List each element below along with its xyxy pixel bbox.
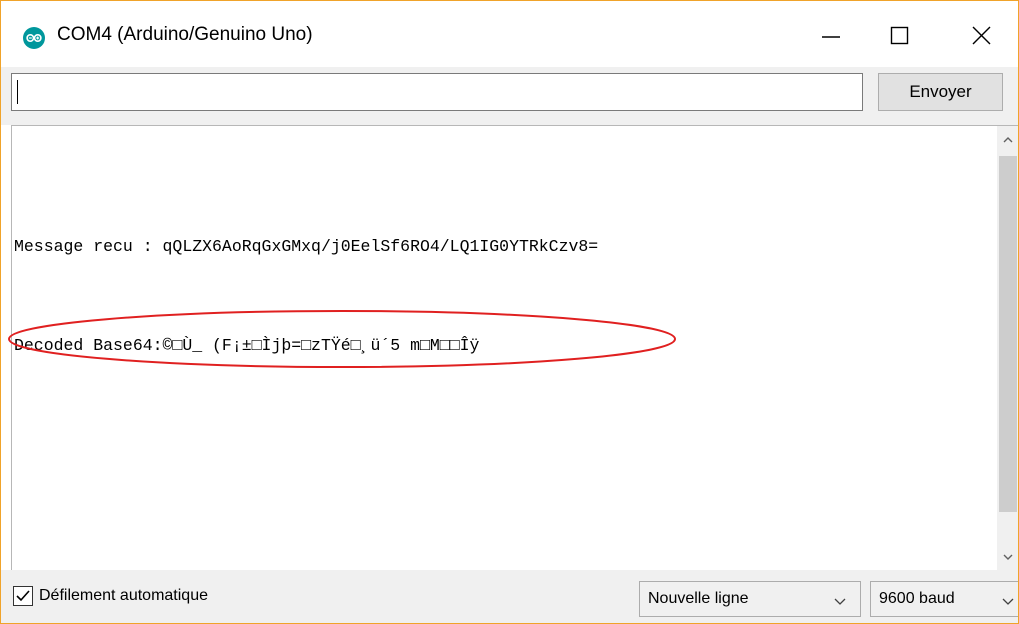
line-ending-select[interactable]: Nouvelle ligne bbox=[639, 581, 861, 617]
autoscroll-label[interactable]: Défilement automatique bbox=[39, 587, 208, 605]
arduino-logo-icon bbox=[23, 27, 45, 49]
serial-monitor-window: COM4 (Arduino/Genuino Uno) Envoyer Messa… bbox=[0, 0, 1019, 624]
chevron-down-icon bbox=[1003, 554, 1013, 560]
send-bar: Envoyer bbox=[1, 67, 1018, 125]
close-icon bbox=[972, 26, 991, 45]
output-text: Message recu : qQLZX6AoRqGxGMxq/j0EelSf6… bbox=[14, 164, 598, 428]
scroll-thumb[interactable] bbox=[999, 156, 1017, 512]
maximize-button[interactable] bbox=[871, 9, 933, 65]
chevron-down-icon bbox=[1002, 598, 1014, 605]
maximize-icon bbox=[890, 26, 909, 45]
vertical-scrollbar[interactable] bbox=[997, 126, 1018, 571]
title-bar[interactable]: COM4 (Arduino/Genuino Uno) bbox=[1, 1, 1018, 67]
output-line-message: Message recu : qQLZX6AoRqGxGMxq/j0EelSf6… bbox=[14, 237, 599, 256]
serial-send-input[interactable] bbox=[11, 73, 863, 111]
baud-rate-value: 9600 baud bbox=[879, 590, 955, 607]
baud-rate-select[interactable]: 9600 baud bbox=[870, 581, 1018, 617]
close-button[interactable] bbox=[951, 9, 1013, 65]
status-bar: Défilement automatique Nouvelle ligne 96… bbox=[1, 570, 1018, 623]
output-line-decoded: Decoded Base64:©□Ù_ (F¡±□Ìjþ=□zTŸé□¸ü´5 … bbox=[14, 336, 480, 355]
chevron-down-icon bbox=[834, 598, 846, 605]
minimize-button[interactable] bbox=[803, 9, 865, 65]
line-ending-value: Nouvelle ligne bbox=[648, 590, 749, 607]
window-title: COM4 (Arduino/Genuino Uno) bbox=[57, 24, 313, 45]
serial-output[interactable]: Message recu : qQLZX6AoRqGxGMxq/j0EelSf6… bbox=[8, 125, 1018, 571]
autoscroll-checkbox[interactable] bbox=[13, 586, 33, 606]
minimize-icon bbox=[822, 36, 840, 38]
checkmark-icon bbox=[16, 590, 30, 602]
send-button[interactable]: Envoyer bbox=[878, 73, 1003, 111]
scroll-up-button[interactable] bbox=[997, 126, 1018, 154]
text-caret bbox=[17, 80, 18, 104]
chevron-up-icon bbox=[1003, 137, 1013, 143]
scroll-down-button[interactable] bbox=[997, 543, 1018, 571]
